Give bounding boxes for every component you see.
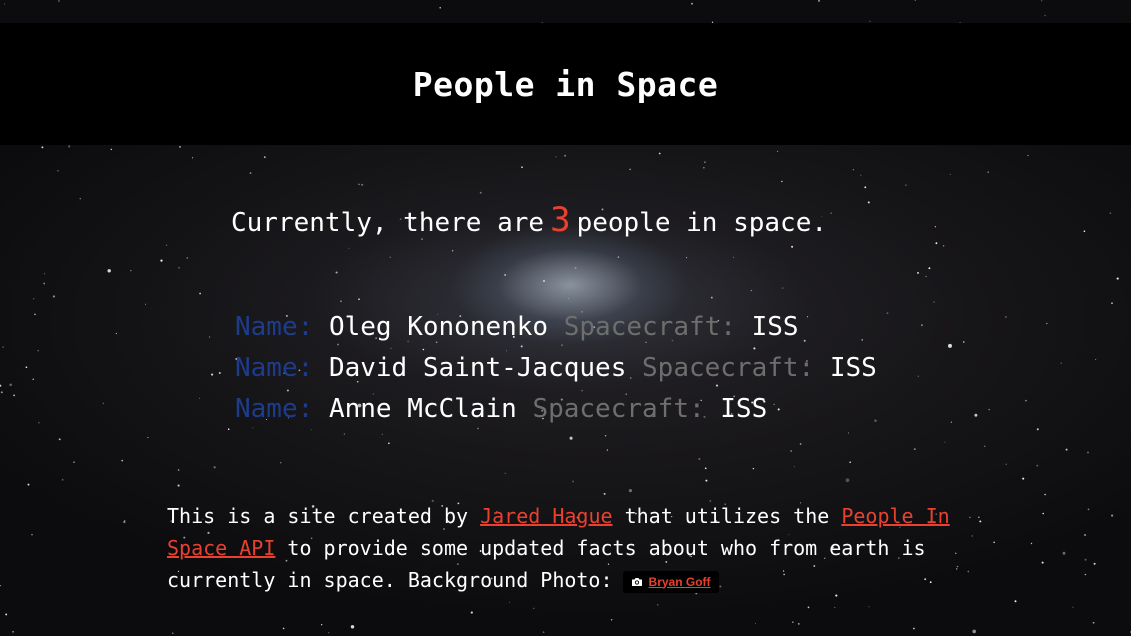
name-label: Name:: [235, 353, 314, 383]
footer-text-2: that utilizes the: [624, 504, 830, 528]
person-row: Name: David Saint-Jacques Spacecraft: IS…: [235, 348, 877, 389]
person-row: Name: Anne McClain Spacecraft: ISS: [235, 389, 877, 430]
person-row: Name: Oleg Kononenko Spacecraft: ISS: [235, 307, 877, 348]
spacecraft-label: Spacecraft:: [532, 394, 705, 424]
photo-credit-name: Bryan Goff: [648, 574, 711, 589]
name-label: Name:: [235, 394, 314, 424]
person-spacecraft: ISS: [720, 394, 768, 424]
person-name: Oleg Kononenko: [328, 312, 549, 342]
people-list: Name: Oleg Kononenko Spacecraft: ISS Nam…: [235, 307, 877, 430]
page-header: People in Space: [0, 23, 1131, 145]
people-count: 3: [550, 200, 571, 240]
person-name: David Saint-Jacques: [328, 353, 627, 383]
footer-text-1: This is a site created by: [167, 504, 469, 528]
footer-text-3: to provide some updated facts about who …: [167, 536, 926, 592]
summary-prefix: Currently, there are: [231, 208, 545, 238]
person-spacecraft: ISS: [751, 312, 799, 342]
person-name: Anne McClain: [328, 394, 517, 424]
name-label: Name:: [235, 312, 314, 342]
spacecraft-label: Spacecraft:: [642, 353, 815, 383]
summary-suffix: people in space.: [576, 208, 828, 238]
page-title: People in Space: [412, 64, 719, 104]
people-count-summary: Currently, there are 3 people in space.: [231, 200, 827, 240]
spacecraft-label: Spacecraft:: [563, 312, 736, 342]
author-link[interactable]: Jared Hague: [480, 504, 612, 528]
photo-credit-badge[interactable]: Bryan Goff: [622, 570, 719, 593]
person-spacecraft: ISS: [829, 353, 877, 383]
footer-credits: This is a site created by Jared Hague th…: [167, 500, 977, 596]
camera-icon: [631, 577, 642, 586]
